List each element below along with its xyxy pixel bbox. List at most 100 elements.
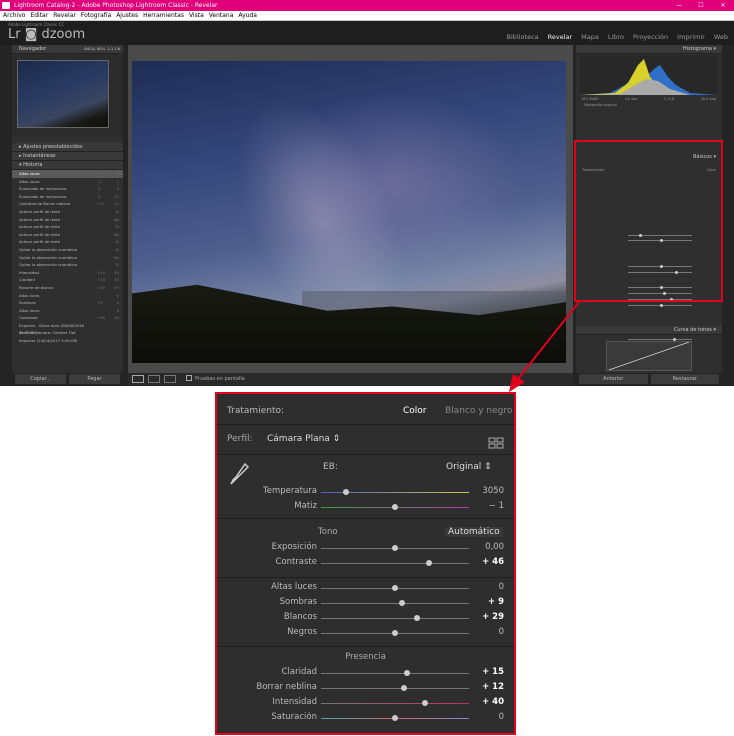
slider-track[interactable] xyxy=(321,685,469,691)
menu-item[interactable]: Ventana xyxy=(209,11,234,20)
slider-value[interactable]: + 40 xyxy=(464,697,504,707)
reset-button[interactable]: Restaurar xyxy=(650,374,719,384)
history-item[interactable]: Claridad +15 15 xyxy=(12,276,123,284)
history-item[interactable]: Quitar la aberración cromática Sí xyxy=(12,246,123,254)
slider-track[interactable] xyxy=(321,504,469,510)
slider-thumb[interactable] xyxy=(392,715,398,721)
loupe-view-icon[interactable] xyxy=(132,375,144,383)
history-item[interactable]: Altas luces 0 xyxy=(12,307,123,315)
menu-item[interactable]: Ajustes xyxy=(116,11,138,20)
slider-value[interactable]: 0 xyxy=(464,712,504,722)
slider-value[interactable]: + 15 xyxy=(464,667,504,677)
slider-track[interactable] xyxy=(321,670,469,676)
history-item[interactable]: Sombras +9 9 xyxy=(12,299,123,307)
minimize-button[interactable]: — xyxy=(668,0,690,11)
history-item[interactable]: Suavizado de luminancia -1 0 xyxy=(12,185,123,193)
module-mapa[interactable]: Mapa xyxy=(581,33,599,41)
slider-altas-luces[interactable]: Altas luces 0 xyxy=(217,582,514,594)
slider-value[interactable]: 0 xyxy=(464,627,504,637)
history-item[interactable]: Perfil de cámara: Camera Flat xyxy=(12,329,123,337)
history-item[interactable]: Importar (24/04/2017 0:45:06) xyxy=(12,337,123,345)
menu-item[interactable]: Ayuda xyxy=(238,11,257,20)
menu-item[interactable]: Archivo xyxy=(3,11,25,20)
nav-zoom-modes[interactable]: ENCAJ. RELL. 1:1 1:8 xyxy=(84,45,120,54)
slider-claridad[interactable]: Claridad + 15 xyxy=(217,667,514,679)
module-web[interactable]: Web xyxy=(714,33,728,41)
history-item[interactable]: Suavizado de luminancia -1 10 xyxy=(12,193,123,201)
wb-select[interactable]: Original ⇕ xyxy=(446,462,492,472)
main-photo[interactable] xyxy=(132,61,566,369)
before-after-icon[interactable] xyxy=(164,375,176,383)
slider-value[interactable]: 0 xyxy=(464,582,504,592)
history-item[interactable]: Activar perfil de lente Sí xyxy=(12,238,123,246)
slider-thumb[interactable] xyxy=(421,700,428,706)
tone-curve-header[interactable]: Curva de tonos ▾ xyxy=(576,326,722,335)
slider-exposición[interactable]: Exposición 0,00 xyxy=(217,542,514,554)
previous-button[interactable]: Anterior xyxy=(579,374,648,384)
slider-thumb[interactable] xyxy=(414,615,421,621)
slider-value[interactable]: + 12 xyxy=(464,682,504,692)
module-proyección[interactable]: Proyección xyxy=(633,33,668,41)
mini-slider[interactable] xyxy=(580,303,718,308)
history-item[interactable]: Intensidad +40 40 xyxy=(12,269,123,277)
slider-thumb[interactable] xyxy=(399,600,406,606)
slider-value[interactable]: 0,00 xyxy=(464,542,504,552)
history-item[interactable]: Exportar - Disco duro (28/06/2018 11:03:… xyxy=(12,322,123,336)
slider-thumb[interactable] xyxy=(400,685,407,691)
slider-thumb[interactable] xyxy=(426,560,433,566)
slider-track[interactable] xyxy=(321,600,469,606)
slider-value[interactable]: + 29 xyxy=(464,612,504,622)
menu-item[interactable]: Editar xyxy=(30,11,48,20)
slider-sombras[interactable]: Sombras + 9 xyxy=(217,597,514,609)
slider-contraste[interactable]: Contraste + 46 xyxy=(217,557,514,569)
tone-curve-graph[interactable] xyxy=(606,341,692,371)
slider-value[interactable]: 3050 xyxy=(464,486,504,496)
compare-view-icon[interactable] xyxy=(148,375,160,383)
slider-track[interactable] xyxy=(321,545,469,551)
history-item[interactable]: Activar perfil de lente No xyxy=(12,216,123,224)
maximize-button[interactable]: ☐ xyxy=(690,0,712,11)
histogram-header[interactable]: Histograma ▾ xyxy=(576,45,722,54)
history-item[interactable]: Quitar la aberración cromática Sí xyxy=(12,261,123,269)
slider-value[interactable]: − 1 xyxy=(464,501,504,511)
module-libro[interactable]: Libro xyxy=(608,33,624,41)
slider-negros[interactable]: Negros 0 xyxy=(217,627,514,639)
history-item[interactable]: Cantidad de Borrar neblina +11 12 xyxy=(12,200,123,208)
soft-proof-checkbox[interactable] xyxy=(186,375,192,381)
slider-blancos[interactable]: Blancos + 29 xyxy=(217,612,514,624)
history-item[interactable]: Activar perfil de lente Sí xyxy=(12,208,123,216)
slider-saturación[interactable]: Saturación 0 xyxy=(217,712,514,724)
treatment-color[interactable]: Color xyxy=(403,406,427,416)
history-item[interactable]: Activar perfil de lente No xyxy=(12,231,123,239)
menu-item[interactable]: Vista xyxy=(189,11,204,20)
history-item[interactable]: Altas luces 0 xyxy=(12,292,123,300)
history-item[interactable]: Altas luces -7 7 xyxy=(12,178,123,186)
slider-value[interactable]: + 46 xyxy=(464,557,504,567)
navigator-header[interactable]: Navegador ENCAJ. RELL. 1:1 1:8 xyxy=(12,45,123,54)
history-item[interactable]: Quitar la aberración cromática No xyxy=(12,254,123,262)
copy-button[interactable]: Copiar... xyxy=(15,374,66,384)
navigator-thumbnail[interactable] xyxy=(17,60,109,128)
slider-thumb[interactable] xyxy=(392,504,398,510)
paste-button[interactable]: Pegar xyxy=(69,374,120,384)
module-biblioteca[interactable]: Biblioteca xyxy=(507,33,539,41)
treatment-bw[interactable]: Blanco y negro xyxy=(445,406,512,416)
menu-item[interactable]: Fotografía xyxy=(81,11,111,20)
close-button[interactable]: ✕ xyxy=(712,0,734,11)
profile-browser-icon[interactable] xyxy=(488,434,504,449)
slider-track[interactable] xyxy=(321,630,469,636)
slider-thumb[interactable] xyxy=(392,545,398,551)
slider-track[interactable] xyxy=(321,715,469,721)
slider-thumb[interactable] xyxy=(392,585,398,591)
snapshots-header[interactable]: ▸ Instantáneas xyxy=(12,152,123,161)
slider-thumb[interactable] xyxy=(403,670,410,676)
module-revelar[interactable]: Revelar xyxy=(548,33,573,41)
module-imprimir[interactable]: Imprimir xyxy=(677,33,705,41)
auto-button[interactable]: Automático xyxy=(445,527,503,537)
history-item[interactable]: Altas luces -7 0 xyxy=(12,170,123,178)
menu-item[interactable]: Revelar xyxy=(53,11,76,20)
presets-header[interactable]: ▸ Ajustes preestablecidos xyxy=(12,143,123,152)
history-item[interactable]: Contraste +46 46 xyxy=(12,314,123,322)
slider-thumb[interactable] xyxy=(392,630,398,636)
slider-borrar-neblina[interactable]: Borrar neblina + 12 xyxy=(217,682,514,694)
